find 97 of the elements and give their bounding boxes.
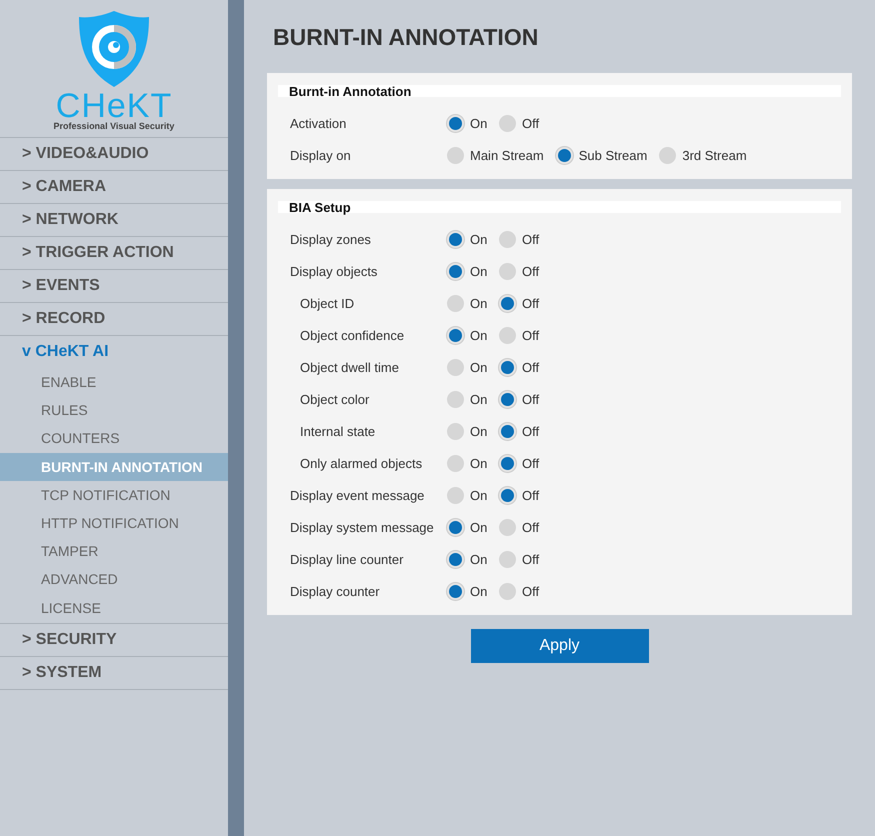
section-title: Burnt-in Annotation: [278, 85, 841, 97]
menu-item[interactable]: > SYSTEM: [0, 664, 102, 682]
setting-label: Object dwell time: [299, 360, 400, 374]
radio-label: Off: [522, 116, 540, 130]
radio-button[interactable]: [499, 422, 516, 440]
radio-label: Off: [522, 296, 540, 310]
radio-label: On: [470, 360, 488, 374]
radio-label: 3rd Stream: [682, 148, 747, 162]
setting-label: Display event message: [289, 488, 426, 502]
brand-tagline: Professional Visual Security: [54, 121, 174, 132]
radio-label: Sub Stream: [578, 148, 648, 162]
radio-button[interactable]: [447, 518, 464, 536]
radio-button[interactable]: [447, 422, 464, 440]
radio-button[interactable]: [447, 582, 464, 600]
setting-label: Display zones: [289, 232, 372, 246]
radio-label: On: [470, 424, 488, 438]
menu-item[interactable]: > CAMERA: [0, 178, 106, 196]
apply-button[interactable]: Apply: [470, 629, 648, 663]
radio-button[interactable]: [447, 358, 464, 376]
radio-label: On: [470, 296, 488, 310]
radio-label: On: [470, 232, 488, 246]
menu-item[interactable]: > SECURITY: [0, 630, 117, 649]
radio-button[interactable]: [499, 262, 516, 280]
radio-label: On: [470, 116, 488, 130]
radio-label: Off: [522, 392, 540, 406]
submenu-item[interactable]: HTTP NOTIFICATION: [0, 508, 228, 538]
radio-button[interactable]: [659, 146, 676, 164]
submenu-item[interactable]: TCP NOTIFICATION: [0, 480, 228, 509]
menu-item[interactable]: > RECORD: [0, 310, 106, 328]
submenu-item[interactable]: COUNTERS: [0, 424, 228, 453]
submenu-item[interactable]: LICENSE: [0, 594, 228, 622]
radio-label: Off: [522, 520, 540, 534]
radio-button[interactable]: [499, 550, 516, 568]
radio-label: Off: [522, 232, 540, 246]
menu-item[interactable]: > VIDEO&AUDIO: [0, 145, 149, 163]
radio-label: Off: [522, 424, 540, 438]
radio-button[interactable]: [499, 518, 516, 536]
page-title: BURNT-IN ANNOTATION: [273, 24, 540, 51]
radio-button[interactable]: [499, 114, 516, 132]
radio-button[interactable]: [556, 146, 573, 164]
menu-item[interactable]: > TRIGGER ACTION: [0, 244, 174, 262]
setting-label: Object confidence: [299, 328, 406, 342]
radio-label: Off: [522, 584, 540, 598]
submenu-item[interactable]: BURNT-IN ANNOTATION: [0, 452, 228, 481]
submenu-item[interactable]: RULES: [0, 396, 228, 424]
submenu-item[interactable]: ENABLE: [0, 368, 228, 396]
setting-label: Display objects: [289, 264, 378, 278]
section-title: BIA Setup: [278, 201, 841, 213]
radio-button[interactable]: [447, 294, 464, 312]
setting-label: Internal state: [299, 424, 376, 438]
radio-label: Off: [522, 456, 540, 470]
radio-button[interactable]: [447, 230, 464, 248]
radio-label: On: [470, 264, 488, 278]
setting-label: Activation: [289, 116, 348, 130]
menu-item[interactable]: > NETWORK: [0, 211, 118, 229]
radio-button[interactable]: [447, 390, 464, 408]
radio-label: Off: [522, 488, 540, 502]
radio-label: On: [470, 328, 488, 342]
shield-logo-icon: [77, 9, 151, 89]
submenu-item[interactable]: TAMPER: [0, 537, 228, 566]
radio-button[interactable]: [447, 550, 464, 568]
radio-button[interactable]: [447, 262, 464, 280]
setting-label: Display system message: [289, 520, 435, 534]
radio-label: On: [470, 552, 488, 566]
submenu-item[interactable]: ADVANCED: [0, 565, 228, 594]
setting-label: Object ID: [299, 296, 356, 310]
radio-label: Off: [522, 328, 540, 342]
radio-button[interactable]: [499, 582, 516, 600]
setting-label: Object color: [299, 392, 370, 406]
radio-label: On: [470, 456, 488, 470]
radio-label: On: [470, 392, 488, 406]
menu-item[interactable]: v CHeKT AI: [0, 343, 109, 361]
radio-button[interactable]: [447, 326, 464, 344]
radio-button[interactable]: [499, 294, 516, 312]
radio-button[interactable]: [447, 146, 464, 164]
radio-label: Main Stream: [470, 148, 544, 162]
radio-label: On: [470, 520, 488, 534]
radio-button[interactable]: [447, 454, 464, 472]
radio-button[interactable]: [499, 486, 516, 504]
setting-label: Display on: [289, 148, 352, 162]
radio-label: Off: [522, 360, 540, 374]
radio-label: Off: [522, 552, 540, 566]
radio-label: Off: [522, 264, 540, 278]
radio-button[interactable]: [499, 390, 516, 408]
radio-label: On: [470, 584, 488, 598]
radio-button[interactable]: [499, 358, 516, 376]
radio-button[interactable]: [499, 230, 516, 248]
setting-label: Only alarmed objects: [299, 456, 424, 470]
radio-button[interactable]: [499, 326, 516, 344]
radio-button[interactable]: [499, 454, 516, 472]
setting-label: Display line counter: [289, 552, 404, 566]
radio-button[interactable]: [447, 114, 464, 132]
setting-label: Display counter: [289, 584, 381, 598]
brand-name: CHeKT: [56, 91, 172, 121]
radio-label: On: [470, 488, 488, 502]
radio-button[interactable]: [447, 486, 464, 504]
menu-item[interactable]: > EVENTS: [0, 277, 100, 295]
